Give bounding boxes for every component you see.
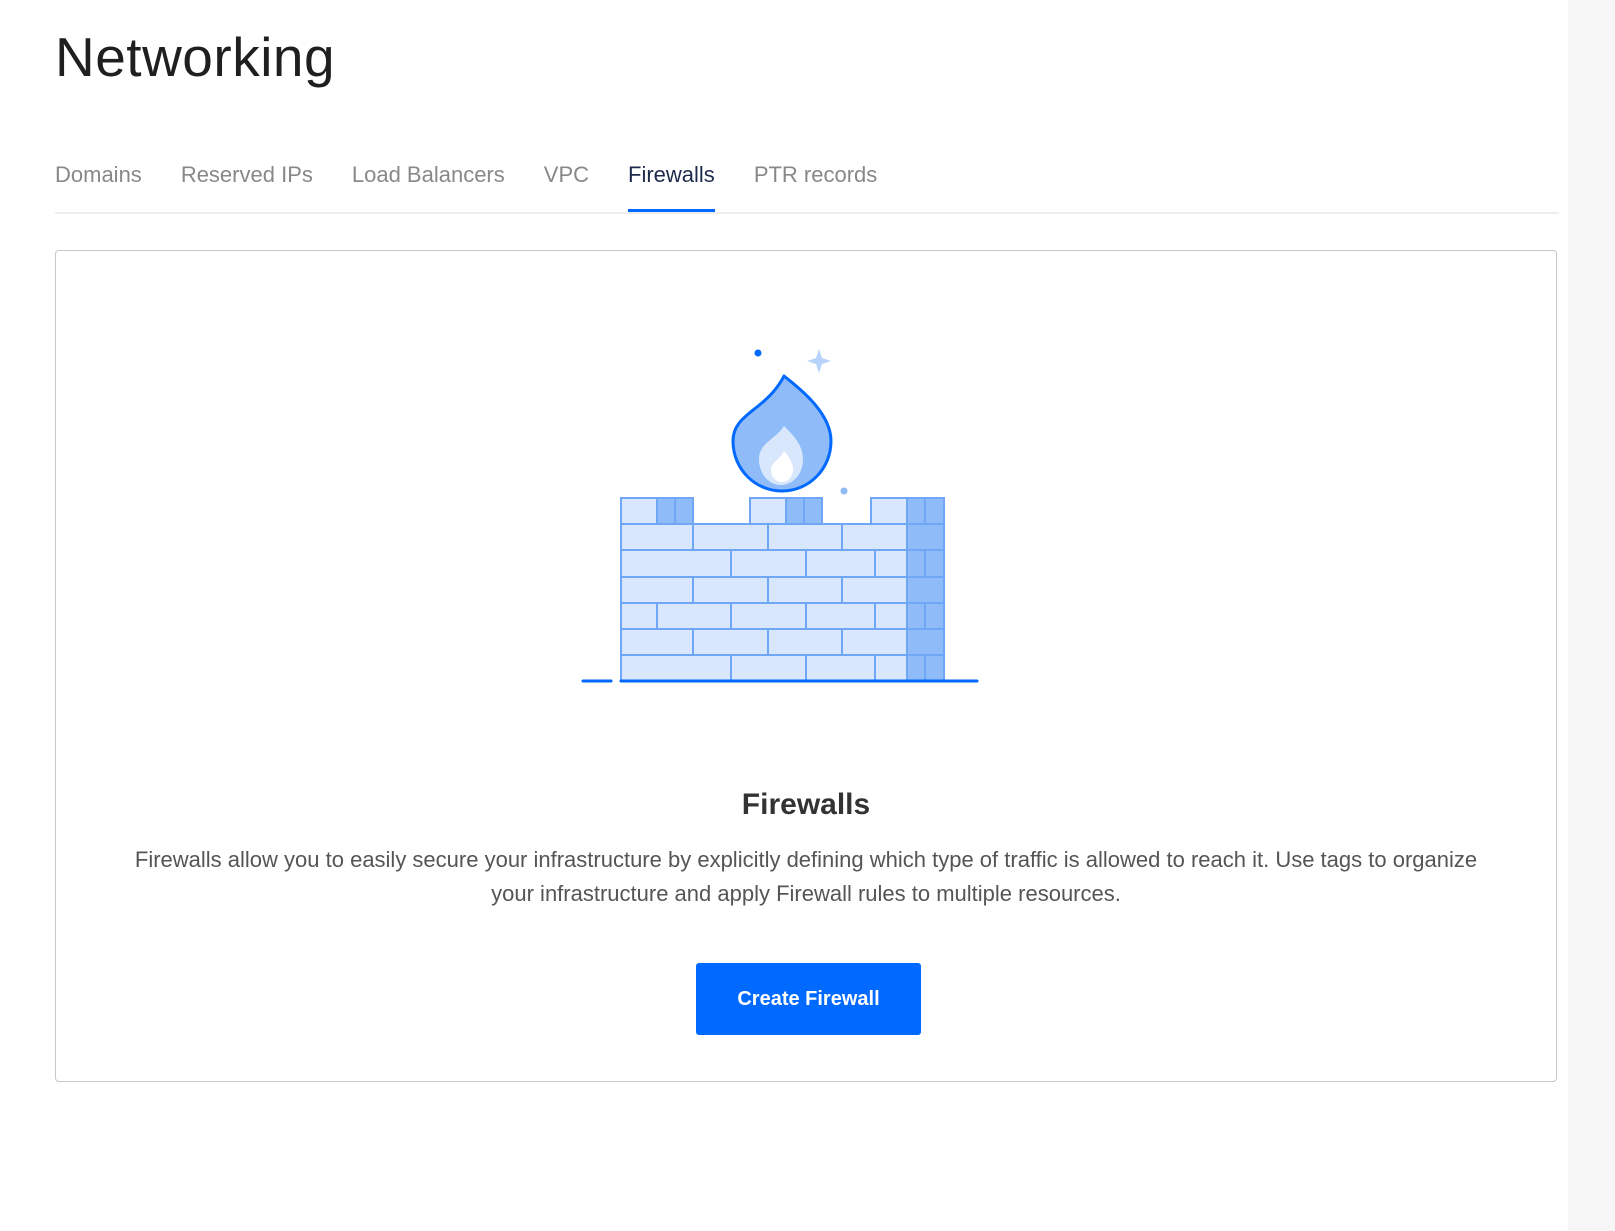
- sparkle-dot-icon: [754, 349, 762, 357]
- networking-tabs: Domains Reserved IPs Load Balancers VPC …: [55, 150, 1559, 214]
- scrollbar[interactable]: [1568, 0, 1615, 1231]
- tab-domains[interactable]: Domains: [55, 150, 142, 210]
- page-title: Networking: [55, 26, 336, 88]
- sparkle-dot-small-icon: [840, 487, 848, 495]
- tab-reserved-ips[interactable]: Reserved IPs: [181, 150, 313, 210]
- sparkle-star-icon: [807, 349, 831, 373]
- firewall-flame-icon: [581, 349, 979, 683]
- create-firewall-button[interactable]: Create Firewall: [696, 963, 921, 1035]
- tab-vpc[interactable]: VPC: [544, 150, 589, 210]
- empty-state-description: Firewalls allow you to easily secure you…: [134, 847, 1478, 906]
- firewalls-empty-state-card: Firewalls Firewalls allow you to easily …: [55, 250, 1557, 1082]
- empty-state-title: Firewalls: [741, 788, 871, 821]
- tab-load-balancers[interactable]: Load Balancers: [352, 150, 505, 210]
- brick-wall-icon: [581, 497, 979, 683]
- tab-firewalls[interactable]: Firewalls: [628, 150, 715, 212]
- networking-page: Networking Domains Reserved IPs Load Bal…: [0, 0, 1615, 1231]
- tab-ptr-records[interactable]: PTR records: [754, 150, 877, 210]
